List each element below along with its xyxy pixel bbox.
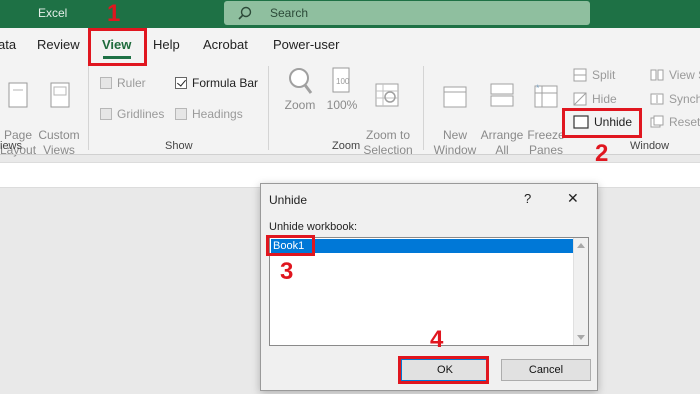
headings-label: Headings [192, 107, 243, 121]
annotation-box-unhide [562, 108, 642, 138]
annotation-box-book1 [266, 235, 315, 256]
synchronous-scrolling-button[interactable]: Synch [650, 92, 700, 106]
new-window-icon [443, 86, 467, 108]
magnifier-icon [289, 68, 313, 94]
dialog-title: Unhide [269, 193, 308, 207]
page-100-icon: 100 [332, 67, 350, 93]
formula-bar-checkbox[interactable]: Formula Bar [175, 76, 258, 90]
reset-window-position-button[interactable]: Reset [650, 115, 700, 129]
freeze-panes-icon: * [534, 83, 558, 108]
arrange-all-button[interactable]: Arrange All [478, 66, 526, 158]
group-label-workbook-views: iews [0, 140, 23, 152]
headings-checkbox[interactable]: Headings [175, 107, 243, 121]
synch-label: Synch [669, 92, 700, 106]
ruler-checkbox[interactable]: Ruler [100, 76, 146, 90]
search-box[interactable]: Search [224, 1, 590, 25]
freeze-panes-button[interactable]: * Freeze Panes [525, 66, 567, 158]
svg-text:*: * [536, 83, 540, 93]
tab-review[interactable]: Review [37, 37, 80, 52]
reset-label: Reset [669, 115, 700, 129]
group-label-zoom: Zoom [332, 140, 361, 152]
view-side-by-side-label: View S [669, 68, 700, 82]
annotation-number-1: 1 [107, 0, 121, 27]
search-placeholder: Search [270, 6, 309, 20]
tab-help[interactable]: Help [153, 37, 180, 52]
split-button[interactable]: Split [573, 68, 615, 82]
arrange-all-label: Arrange All [480, 128, 524, 157]
close-icon[interactable]: ✕ [567, 190, 579, 207]
ruler-label: Ruler [117, 76, 146, 90]
workbook-list[interactable]: Book1 [269, 237, 589, 346]
view-side-by-side-button[interactable]: View S [650, 68, 700, 82]
arrange-all-icon [490, 83, 514, 107]
zoom-100-label: 100% [326, 98, 358, 112]
reset-position-icon [650, 115, 664, 128]
zoom-label: Zoom [284, 98, 316, 112]
svg-text:100: 100 [336, 77, 350, 86]
title-bar: Excel Search [0, 0, 700, 28]
list-scrollbar[interactable] [573, 238, 588, 345]
zoom-100-button[interactable]: 100 100% [325, 66, 359, 113]
page-layout-icon [8, 82, 28, 108]
app-title: Excel [38, 6, 68, 20]
group-label-show: Show [165, 140, 193, 152]
headings-check [175, 108, 187, 120]
annotation-number-3: 3 [280, 258, 294, 285]
zoom-selection-icon [375, 83, 399, 107]
gridlines-checkbox[interactable]: Gridlines [100, 107, 164, 121]
custom-views-label: Custom Views [38, 128, 80, 157]
help-button[interactable]: ? [524, 191, 531, 206]
group-label-window: Window [630, 140, 670, 152]
cancel-button[interactable]: Cancel [501, 359, 591, 381]
tab-data[interactable]: ata [0, 37, 16, 52]
side-by-side-icon [650, 69, 664, 81]
tab-power-user[interactable]: Power-user [273, 37, 339, 52]
freeze-panes-label: Freeze Panes [527, 128, 565, 157]
gridlines-check [100, 108, 112, 120]
unhide-workbook-label: Unhide workbook: [269, 221, 358, 233]
custom-views-icon [50, 82, 70, 108]
split-icon [573, 68, 587, 82]
annotation-number-4: 4 [430, 326, 444, 353]
formula-bar-label: Formula Bar [192, 76, 259, 90]
zoom-button[interactable]: Zoom [280, 66, 320, 113]
divider [268, 66, 269, 150]
hide-button[interactable]: Hide [573, 92, 617, 106]
scroll-down-icon[interactable] [577, 335, 585, 340]
hide-icon [573, 92, 587, 106]
zoom-to-selection-label: Zoom to Selection [363, 128, 413, 157]
list-item[interactable]: Book1 [271, 239, 574, 253]
zoom-to-selection-button[interactable]: Zoom to Selection [362, 66, 414, 158]
search-icon [238, 6, 252, 20]
divider [88, 66, 89, 150]
new-window-button[interactable]: New Window [430, 66, 480, 158]
annotation-number-2: 2 [595, 140, 609, 167]
formula-bar-check [175, 77, 187, 89]
annotation-box-ok [398, 356, 489, 384]
hide-label: Hide [592, 92, 617, 106]
sync-scroll-icon [650, 93, 664, 105]
ruler-check [100, 77, 112, 89]
annotation-box-view-tab [88, 28, 147, 66]
scroll-up-icon[interactable] [577, 243, 585, 248]
split-label: Split [592, 68, 616, 82]
tab-acrobat[interactable]: Acrobat [203, 37, 248, 52]
custom-views-button[interactable]: Custom Views [38, 66, 80, 158]
new-window-label: New Window [433, 128, 477, 157]
gridlines-label: Gridlines [117, 107, 165, 121]
divider [423, 66, 424, 150]
